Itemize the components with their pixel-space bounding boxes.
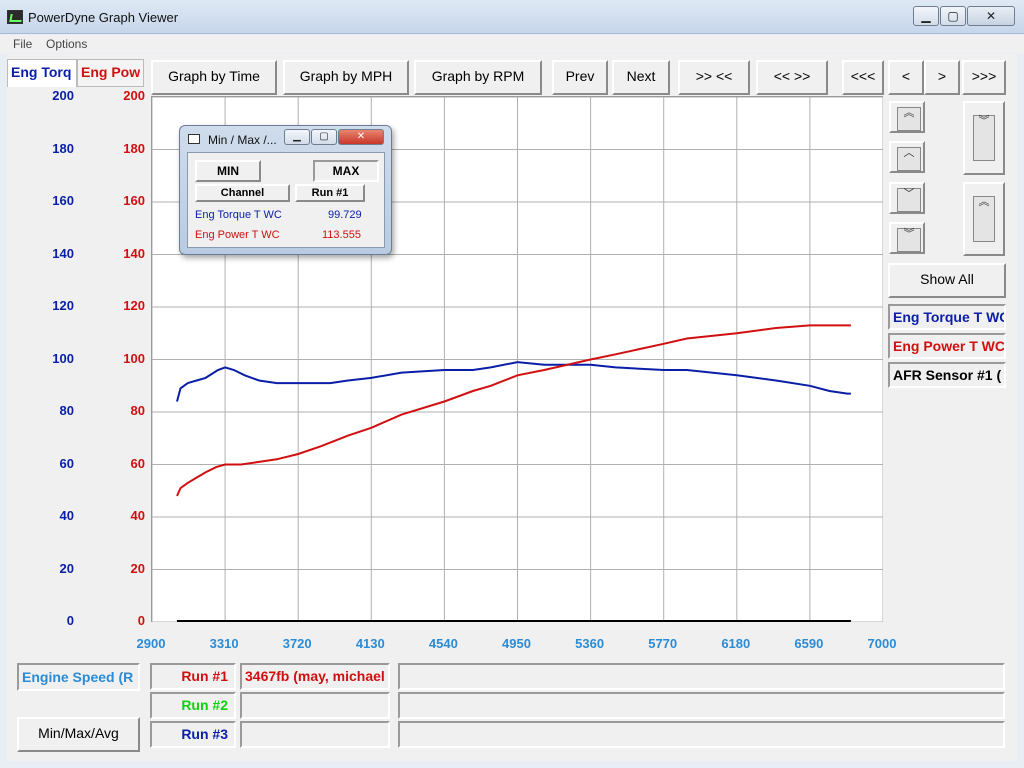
x-tick-label: 3310 — [209, 636, 239, 651]
x-tick-label: 6590 — [794, 636, 824, 651]
x-tick-label: 4950 — [502, 636, 531, 651]
popup-row-channel: Eng Power T WC — [195, 229, 280, 241]
y-tick-label-power: 160 — [123, 193, 145, 208]
run-2-info[interactable] — [240, 692, 390, 719]
x-tick-label: 4130 — [355, 636, 385, 651]
next-button[interactable]: Next — [612, 60, 670, 95]
min-max-avg-button[interactable]: Min/Max/Avg — [17, 717, 140, 752]
min-max-popup[interactable]: Min / Max /... ▁ ▢ ✕ MIN MAX Channel Run… — [179, 125, 392, 255]
popup-close-button[interactable]: ✕ — [338, 129, 384, 145]
scroll-first-button[interactable]: <<< — [842, 60, 884, 95]
x-tick-label: 5360 — [575, 636, 605, 651]
down-arrow-icon: ﹀ — [897, 188, 921, 212]
compress-vertical-icon: ︽ — [973, 196, 995, 242]
popup-content: MIN MAX Channel Run #1 Eng Torque T WC 9… — [187, 152, 385, 248]
y-tick-label-torque: 180 — [52, 140, 74, 156]
x-tick-label: 5770 — [648, 636, 678, 651]
y-tick-label-power: 140 — [123, 245, 145, 261]
double-up-arrow-icon: ︽ — [897, 107, 921, 131]
minimize-button[interactable]: ▁ — [913, 6, 939, 26]
page-up-button[interactable]: ︽ — [889, 101, 925, 133]
y-tick-label-power: 180 — [123, 140, 145, 156]
run-1-info[interactable]: 3467fb (may, michael — [240, 663, 390, 690]
popup-row-value: 113.555 — [322, 229, 361, 241]
popup-col-run[interactable]: Run #1 — [295, 184, 365, 202]
run-2-notes[interactable] — [398, 692, 1005, 719]
y-tick-label-torque: 120 — [52, 298, 74, 313]
tab-eng-power[interactable]: Eng Pow — [77, 59, 144, 87]
y-tick-label-torque: 160 — [52, 193, 74, 208]
x-axis-channel-field[interactable]: Engine Speed (R — [17, 663, 140, 691]
x-tick-label: 7000 — [867, 636, 897, 651]
popup-title: Min / Max /... — [208, 133, 277, 147]
series-line-eng-torque — [176, 361, 851, 402]
popup-row-channel: Eng Torque T WC — [195, 209, 282, 221]
y-tick-label-power: 100 — [123, 350, 145, 366]
run-1-notes[interactable] — [398, 663, 1005, 690]
popup-row-value: 99.729 — [328, 209, 362, 221]
y-tick-label-torque: 200 — [52, 88, 74, 103]
prev-button[interactable]: Prev — [552, 60, 608, 95]
scroll-last-button[interactable]: >>> — [962, 60, 1006, 95]
show-all-button[interactable]: Show All — [888, 263, 1006, 298]
scale-up-button[interactable]: ︾ — [963, 101, 1005, 175]
app-icon — [7, 10, 23, 24]
graph-by-rpm-button[interactable]: Graph by RPM — [414, 60, 542, 95]
tab-eng-torque[interactable]: Eng Torq — [7, 59, 77, 87]
y-tick-label-torque: 60 — [59, 455, 74, 471]
legend-afr-sensor[interactable]: AFR Sensor #1 ( — [888, 362, 1006, 388]
y-tick-label-power: 40 — [130, 508, 145, 523]
popup-maximize-button[interactable]: ▢ — [311, 129, 337, 145]
popup-minimize-button[interactable]: ▁ — [284, 129, 310, 145]
run-1-label: Run #1 — [150, 663, 236, 690]
window-title: PowerDyne Graph Viewer — [28, 10, 179, 25]
y-tick-label-power: 60 — [130, 455, 145, 471]
x-tick-label: 4540 — [428, 636, 458, 651]
scroll-right-button[interactable]: > — [924, 60, 960, 95]
page-down-button[interactable]: ︾ — [889, 222, 925, 254]
x-tick-label: 3720 — [282, 636, 312, 651]
scroll-left-button[interactable]: < — [888, 60, 924, 95]
y-tick-label-power: 20 — [130, 560, 145, 576]
run-3-label: Run #3 — [150, 721, 236, 748]
up-arrow-icon: ︿ — [897, 147, 921, 171]
graph-by-time-button[interactable]: Graph by Time — [151, 60, 277, 95]
legend-eng-power[interactable]: Eng Power T WC — [888, 333, 1006, 359]
y-tick-label-torque: 20 — [59, 560, 74, 576]
popup-window-icon — [188, 134, 200, 144]
menu-options[interactable]: Options — [46, 37, 87, 51]
y-tick-label-power: 200 — [123, 88, 145, 103]
zoom-in-button[interactable]: >> << — [678, 60, 750, 95]
up-button[interactable]: ︿ — [889, 141, 925, 173]
menu-file[interactable]: File — [13, 37, 32, 51]
x-tick-label: 6180 — [721, 636, 751, 651]
series-line-eng-power — [176, 324, 851, 497]
y-tick-label-torque: 140 — [52, 245, 74, 261]
run-3-notes[interactable] — [398, 721, 1005, 748]
popup-max-button[interactable]: MAX — [313, 160, 379, 182]
y-tick-label-torque: 40 — [59, 508, 74, 523]
y-tick-label-power: 120 — [123, 298, 145, 313]
graph-by-mph-button[interactable]: Graph by MPH — [283, 60, 409, 95]
popup-min-button[interactable]: MIN — [195, 160, 261, 182]
maximize-button[interactable]: ▢ — [940, 6, 966, 26]
scale-down-button[interactable]: ︽ — [963, 182, 1005, 256]
close-button[interactable]: ✕ — [967, 6, 1015, 26]
run-2-label: Run #2 — [150, 692, 236, 719]
down-button[interactable]: ﹀ — [889, 182, 925, 214]
run-3-info[interactable] — [240, 721, 390, 748]
y-tick-label-power: 80 — [130, 403, 145, 418]
y-tick-label-torque: 80 — [59, 403, 74, 418]
x-tick-label: 2900 — [136, 636, 166, 651]
double-down-arrow-icon: ︾ — [897, 228, 921, 252]
menu-bar — [0, 35, 1024, 53]
zoom-out-button[interactable]: << >> — [756, 60, 828, 95]
y-tick-label-torque: 0 — [66, 613, 74, 628]
y-tick-label-power: 0 — [137, 613, 145, 628]
legend-eng-torque[interactable]: Eng Torque T WC — [888, 304, 1006, 330]
y-tick-label-torque: 100 — [52, 350, 74, 366]
expand-vertical-icon: ︾ — [973, 115, 995, 161]
popup-col-channel[interactable]: Channel — [195, 184, 290, 202]
